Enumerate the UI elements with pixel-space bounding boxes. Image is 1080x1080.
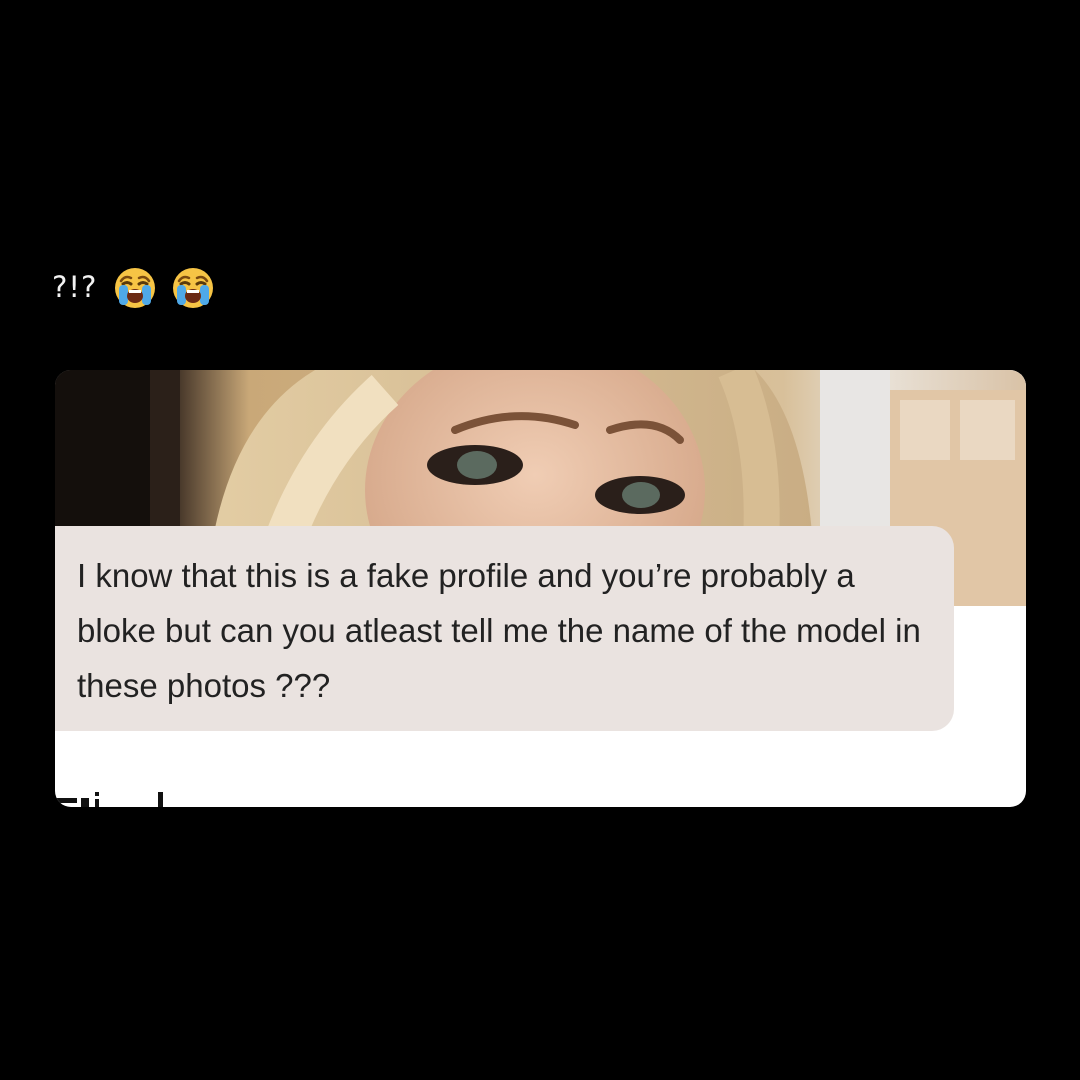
message-text: I know that this is a fake profile and y… [77,557,921,704]
loudly-crying-face-icon [115,268,156,308]
caption-text: ?!? [52,270,98,304]
cropped-text-fragment [55,792,163,807]
chat-card: I know that this is a fake profile and y… [55,370,1026,807]
caption: ?!? [52,262,217,312]
message-bubble[interactable]: I know that this is a fake profile and y… [55,526,954,731]
loudly-crying-face-icon [173,268,214,308]
